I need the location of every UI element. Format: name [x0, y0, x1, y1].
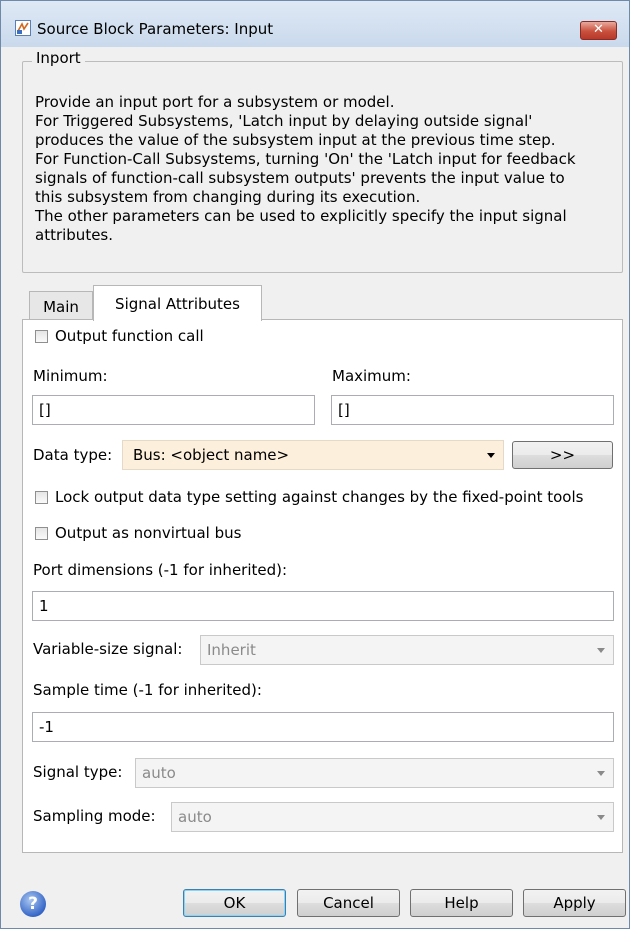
- apply-button[interactable]: Apply: [523, 889, 626, 917]
- description-line: this subsystem from changing during its …: [35, 188, 421, 206]
- nonvirtual-bus-checkbox[interactable]: [35, 527, 48, 540]
- variable-size-value: Inherit: [207, 641, 256, 659]
- data-type-value: Bus: <object name>: [133, 446, 290, 464]
- block-description: Provide an input port for a subsystem or…: [35, 93, 625, 245]
- sampling-mode-label: Sampling mode:: [33, 807, 156, 825]
- ok-button[interactable]: OK: [183, 889, 286, 917]
- sampling-mode-select[interactable]: auto: [171, 802, 614, 832]
- tab-signal-attributes[interactable]: Signal Attributes: [93, 285, 262, 321]
- output-function-call-label: Output function call: [55, 327, 204, 345]
- output-function-call-checkbox[interactable]: [35, 330, 48, 343]
- title-bar[interactable]: Source Block Parameters: Input ✕: [1, 1, 629, 47]
- description-line: attributes.: [35, 226, 114, 244]
- chevron-down-icon: [597, 771, 605, 776]
- maximum-label: Maximum:: [332, 367, 411, 385]
- help-icon[interactable]: ?: [20, 891, 46, 917]
- chevron-down-icon: [597, 648, 605, 653]
- description-line: Provide an input port for a subsystem or…: [35, 93, 395, 111]
- port-dimensions-label: Port dimensions (-1 for inherited):: [33, 561, 288, 579]
- description-line: produces the value of the subsystem inpu…: [35, 131, 556, 149]
- close-icon: ✕: [593, 22, 604, 37]
- data-type-assistant-button[interactable]: >>: [512, 441, 613, 469]
- description-line: The other parameters can be used to expl…: [35, 207, 567, 225]
- close-button[interactable]: ✕: [580, 21, 617, 40]
- description-line: For Triggered Subsystems, 'Latch input b…: [35, 112, 533, 130]
- data-type-label: Data type:: [33, 446, 113, 464]
- variable-size-label: Variable-size signal:: [33, 640, 183, 658]
- cancel-button[interactable]: Cancel: [297, 889, 400, 917]
- port-dimensions-input[interactable]: 1: [32, 591, 614, 621]
- window-title: Source Block Parameters: Input: [37, 20, 274, 38]
- variable-size-select[interactable]: Inherit: [200, 635, 614, 665]
- signal-type-value: auto: [142, 764, 176, 782]
- simulink-app-icon: [15, 20, 31, 36]
- signal-type-select[interactable]: auto: [135, 758, 614, 788]
- sample-time-input[interactable]: -1: [32, 712, 614, 742]
- sample-time-label: Sample time (-1 for inherited):: [33, 681, 262, 699]
- minimum-label: Minimum:: [33, 367, 108, 385]
- help-button[interactable]: Help: [410, 889, 513, 917]
- data-type-select[interactable]: Bus: <object name>: [122, 440, 504, 470]
- lock-output-checkbox[interactable]: [35, 491, 48, 504]
- lock-output-label: Lock output data type setting against ch…: [55, 488, 584, 506]
- minimum-input[interactable]: []: [32, 395, 315, 425]
- nonvirtual-bus-label: Output as nonvirtual bus: [55, 524, 242, 542]
- description-line: For Function-Call Subsystems, turning 'O…: [35, 150, 576, 168]
- chevron-down-icon: [597, 815, 605, 820]
- dialog-window: Source Block Parameters: Input ✕ Inport …: [0, 0, 630, 929]
- maximum-input[interactable]: []: [331, 395, 614, 425]
- group-legend: Inport: [32, 49, 85, 67]
- chevron-down-icon: [487, 453, 495, 458]
- description-line: signals of function-call subsystem outpu…: [35, 169, 565, 187]
- signal-type-label: Signal type:: [33, 763, 123, 781]
- tab-main[interactable]: Main: [29, 291, 93, 319]
- sampling-mode-value: auto: [178, 808, 212, 826]
